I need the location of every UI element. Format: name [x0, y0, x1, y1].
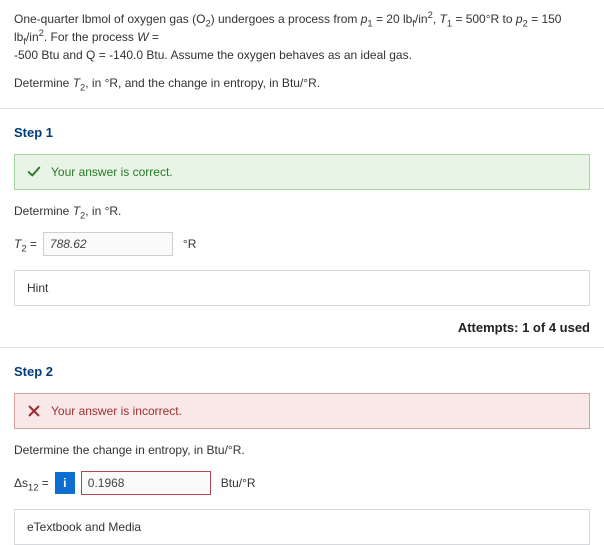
attempts-counter: Attempts: 1 of 4 used [14, 320, 590, 335]
step-2-section: Step 2 Your answer is incorrect. Determi… [14, 348, 590, 545]
problem-statement: One-quarter lbmol of oxygen gas (O2) und… [14, 10, 590, 100]
x-icon [27, 404, 41, 418]
ds12-input[interactable] [81, 471, 211, 495]
etextbook-media-button[interactable]: eTextbook and Media [14, 509, 590, 545]
feedback-correct: Your answer is correct. [14, 154, 590, 190]
info-icon[interactable]: i [55, 472, 75, 494]
t2-unit: °R [179, 237, 196, 251]
step2-prompt: Determine the change in entropy, in Btu/… [14, 443, 590, 457]
t2-input[interactable] [43, 232, 173, 256]
step-1-section: Step 1 Your answer is correct. Determine… [14, 109, 590, 335]
step1-answer-row: T2 = °R [14, 232, 590, 256]
t2-lhs: T2 = [14, 237, 37, 251]
step-1-heading: Step 1 [14, 125, 590, 140]
feedback-text: Your answer is correct. [51, 165, 173, 179]
feedback-incorrect: Your answer is incorrect. [14, 393, 590, 429]
feedback-text: Your answer is incorrect. [51, 404, 182, 418]
ds12-lhs: Δs12 = [14, 476, 49, 490]
check-icon [27, 165, 41, 179]
step1-prompt: Determine T2, in °R. [14, 204, 590, 218]
step2-answer-row: Δs12 = i Btu/°R [14, 471, 590, 495]
step-2-heading: Step 2 [14, 364, 590, 379]
hint-button[interactable]: Hint [14, 270, 590, 306]
ds12-unit: Btu/°R [217, 476, 256, 490]
